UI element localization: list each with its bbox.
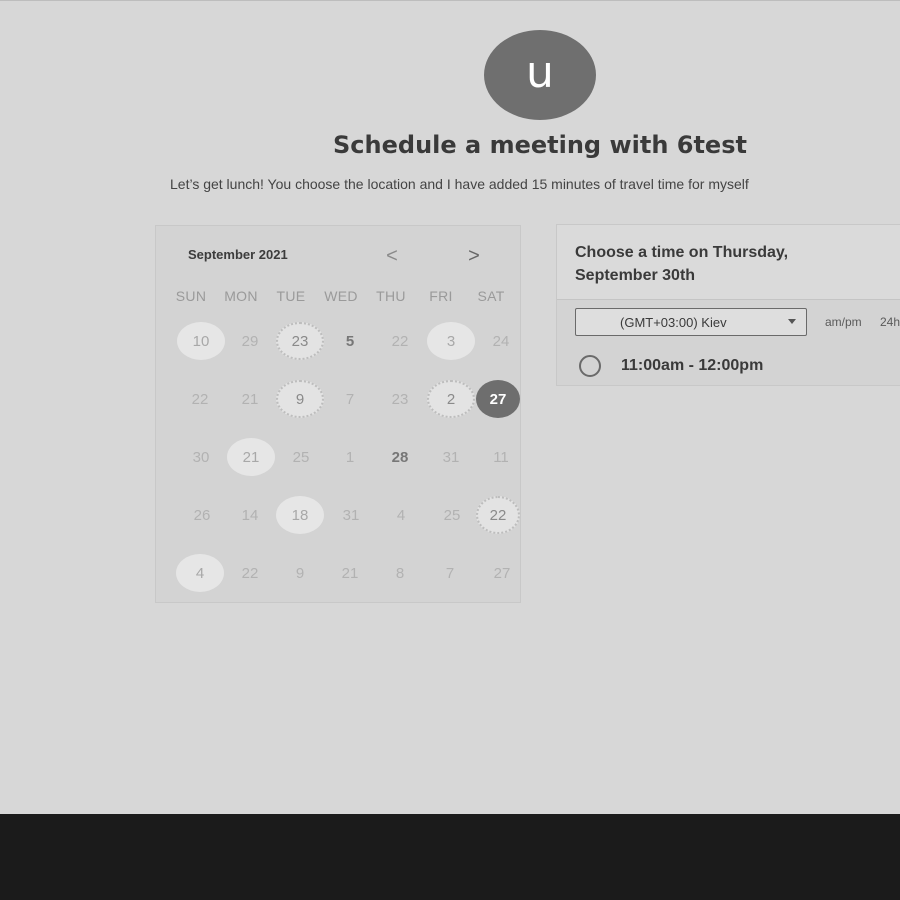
weekday-header: FRI	[429, 288, 453, 304]
time-slot-panel: Choose a time on Thursday, September 30t…	[556, 224, 900, 386]
calendar-day: 7	[345, 390, 355, 408]
calendar-day: 25	[443, 506, 461, 524]
calendar-day: 21	[241, 390, 259, 408]
timezone-value: (GMT+03:00) Kiev	[620, 315, 727, 330]
weekday-header: MON	[224, 288, 258, 304]
ampm-format-toggle[interactable]: am/pm	[825, 315, 862, 329]
timezone-select[interactable]: (GMT+03:00) Kiev	[575, 308, 807, 336]
page-title: Schedule a meeting with 6test	[333, 131, 747, 159]
calendar-day: 25	[292, 448, 310, 466]
calendar-day[interactable]: 4	[176, 554, 224, 592]
calendar-day: 24	[492, 332, 510, 350]
calendar-day[interactable]: 18	[276, 496, 324, 534]
calendar-day: 11	[493, 448, 509, 466]
calendar-day: 4	[396, 506, 406, 524]
calendar-day: 9	[295, 564, 305, 582]
time-panel-heading: Choose a time on Thursday, September 30t…	[575, 244, 789, 284]
calendar-day: 31	[342, 506, 360, 524]
bottom-bar	[0, 814, 900, 900]
calendar-day: 28	[391, 448, 409, 466]
calendar-day[interactable]: 21	[227, 438, 275, 476]
calendar-day: 22	[241, 564, 259, 582]
calendar-day[interactable]: 23	[276, 322, 324, 360]
calendar-day: 29	[241, 332, 259, 350]
top-border	[0, 0, 900, 1]
avatar-letter: u	[526, 46, 554, 98]
calendar-day[interactable]: 9	[276, 380, 324, 418]
radio-button[interactable]	[579, 355, 601, 377]
time-slot-label: 11:00am - 12:00pm	[621, 357, 764, 374]
calendar-day: 27	[493, 564, 511, 582]
calendar-day: 5	[345, 332, 355, 350]
calendar-day-selected[interactable]: 27	[476, 380, 520, 418]
calendar-day[interactable]: 2	[427, 380, 475, 418]
calendar-day: 14	[241, 506, 259, 524]
weekday-header: SUN	[175, 288, 207, 304]
calendar-day: 23	[391, 390, 409, 408]
calendar-day: 22	[191, 390, 209, 408]
24h-format-toggle[interactable]: 24h	[880, 315, 900, 329]
calendar-card: September 2021 < > SUN MON TUE WED THU F…	[155, 225, 521, 603]
calendar-day[interactable]: 10	[177, 322, 225, 360]
weekday-header: WED	[324, 288, 358, 304]
calendar-day[interactable]: 3	[427, 322, 475, 360]
calendar-day: 31	[442, 448, 460, 466]
calendar-day: 30	[192, 448, 210, 466]
weekday-header: TUE	[276, 288, 306, 304]
calendar-day: 26	[193, 506, 211, 524]
time-panel-header: Choose a time on Thursday, September 30t…	[557, 225, 900, 300]
weekday-header: SAT	[477, 288, 505, 304]
weekday-header: THU	[376, 288, 406, 304]
avatar: u	[484, 30, 596, 120]
caret-down-icon	[788, 319, 796, 324]
calendar-day: 21	[341, 564, 359, 582]
calendar-month-label: September 2021	[188, 247, 288, 262]
page-subtitle: Let’s get lunch! You choose the location…	[170, 176, 749, 192]
calendar-day: 1	[345, 448, 355, 466]
next-month-button[interactable]: >	[462, 244, 486, 268]
calendar-day: 8	[395, 564, 405, 582]
time-slot-option[interactable]: 11:00am - 12:00pm	[579, 353, 763, 379]
calendar-day[interactable]: 22	[476, 496, 520, 534]
calendar-day: 7	[445, 564, 455, 582]
calendar-day: 22	[391, 332, 409, 350]
prev-month-button[interactable]: <	[380, 244, 404, 268]
